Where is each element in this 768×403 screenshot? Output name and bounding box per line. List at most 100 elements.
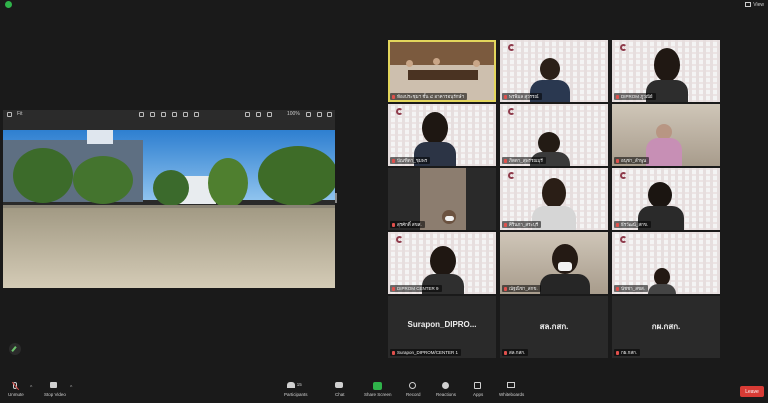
- participant-name: ภิตตา_สุพรรณบุรี: [502, 157, 546, 164]
- participant-tile[interactable]: DIPROM CENTER 9: [388, 232, 496, 294]
- face-mask: [558, 262, 572, 271]
- meeting-toolbar: Unmute ^ Stop Video ^ 15 Participants Ch…: [0, 379, 768, 403]
- zoom-in-icon[interactable]: [150, 112, 155, 117]
- zoom-level: 100%: [287, 111, 300, 117]
- whiteboards-button[interactable]: Whiteboards: [499, 382, 524, 397]
- participant-tile[interactable]: ภิตตา_สุพรรณบุรี: [500, 104, 608, 166]
- unmute-label: Unmute: [8, 392, 24, 397]
- participant-tile[interactable]: พรพิมล สุวรรณ์: [500, 40, 608, 102]
- participants-icon: 15: [286, 382, 305, 390]
- leave-button[interactable]: Leave: [740, 386, 764, 397]
- zoom-out-icon[interactable]: [139, 112, 144, 117]
- muted-mic-icon: [504, 286, 507, 291]
- record-button[interactable]: Record: [406, 382, 421, 397]
- participant-tile[interactable]: ห้องประชุมฯ ชั้น ๔ อาคารอนุรักษ์ฯ: [388, 40, 496, 102]
- photo-tree: [153, 170, 189, 206]
- person-head: [648, 182, 672, 208]
- participant-tile[interactable]: ปัณฑิตา_ชุมพร: [388, 104, 496, 166]
- photo-tree: [73, 156, 133, 204]
- participant-grid: ห้องประชุมฯ ชั้น ๔ อาคารอนุรักษ์ฯ พรพิมล…: [388, 40, 721, 358]
- audio-options-caret-icon[interactable]: ^: [30, 385, 32, 391]
- participant-display-name: Surapon_DIPRO...: [407, 320, 477, 329]
- minimize-icon[interactable]: [306, 112, 311, 117]
- participant-tile[interactable]: ธีรวัฒน์_สกข.: [612, 168, 720, 230]
- chat-button[interactable]: Chat: [335, 382, 345, 397]
- apps-button[interactable]: Apps: [473, 382, 483, 397]
- meeting-table: [408, 70, 478, 80]
- close-icon[interactable]: [327, 112, 332, 117]
- shared-photo: [3, 130, 335, 288]
- share-screen-button[interactable]: Share Screen: [364, 382, 392, 397]
- participant-tile[interactable]: สล.กสก. สล.กสก.: [500, 296, 608, 358]
- person-head: [433, 58, 440, 65]
- shared-screen[interactable]: Fit 100%: [3, 110, 335, 288]
- person-head: [422, 112, 448, 144]
- participant-tile[interactable]: อนุชา_ลำพูน: [612, 104, 720, 166]
- participant-display-name: สล.กสก.: [539, 322, 569, 331]
- stop-video-button[interactable]: Stop Video: [44, 382, 66, 397]
- reactions-label: Reactions: [436, 392, 457, 397]
- restore-icon[interactable]: [317, 112, 322, 117]
- participant-name: DIPROM CENTER 9: [390, 285, 442, 292]
- share-screen-icon: [373, 382, 383, 390]
- video-options-caret-icon[interactable]: ^: [70, 385, 72, 391]
- participant-tile[interactable]: กผ.กสก. กผ.กสก.: [612, 296, 720, 358]
- muted-mic-icon: [392, 286, 395, 291]
- participant-name: สุรศักดิ์ สขส.: [390, 221, 425, 228]
- person-head: [473, 60, 480, 67]
- participant-tile[interactable]: ณัฐณิชา_สกข.: [500, 232, 608, 294]
- participant-name: นัชชา_สขส.: [614, 285, 649, 292]
- participant-name: ธีรวัฒน์_สกข.: [614, 221, 652, 228]
- muted-mic-icon: [616, 286, 619, 291]
- chat-icon: [335, 382, 344, 390]
- diprom-logo-icon: [396, 236, 403, 243]
- zoom-icon[interactable]: [256, 112, 261, 117]
- photo-ground: [3, 208, 335, 288]
- rotate-icon[interactable]: [161, 112, 166, 117]
- participant-name: สล.กสก.: [502, 349, 529, 356]
- muted-mic-icon: [392, 222, 395, 227]
- muted-mic-icon: [504, 158, 507, 163]
- muted-mic-icon: [504, 350, 507, 355]
- whiteboard-icon: [507, 382, 516, 390]
- share-menu-icon[interactable]: [7, 112, 12, 117]
- photo-tree: [258, 146, 335, 206]
- person-head: [538, 132, 560, 154]
- crop-icon[interactable]: [194, 112, 199, 117]
- person-body: [648, 284, 676, 294]
- participants-button[interactable]: 15 Participants: [284, 382, 308, 397]
- annotate-pen-icon[interactable]: [9, 343, 21, 355]
- share-screen-label: Share Screen: [364, 392, 392, 397]
- participant-tile[interactable]: DIPROM ภูวณีย์: [612, 40, 720, 102]
- participant-name: พรพิมล สุวรรณ์: [502, 93, 542, 100]
- participant-name: ห้องประชุมฯ ชั้น ๔ อาคารอนุรักษ์ฯ: [390, 93, 467, 100]
- record-icon: [408, 382, 418, 390]
- reactions-button[interactable]: Reactions: [436, 382, 456, 397]
- favorite-icon[interactable]: [172, 112, 177, 117]
- participant-name: ศิรินภา_สระบุรี: [502, 221, 542, 228]
- view-button[interactable]: View: [745, 0, 764, 9]
- participant-tile[interactable]: ศิรินภา_สระบุรี: [500, 168, 608, 230]
- security-shield-icon[interactable]: [5, 1, 12, 8]
- title-bar: View: [0, 0, 768, 12]
- info-icon[interactable]: [183, 112, 188, 117]
- fit-icon[interactable]: [267, 112, 272, 117]
- participant-tile[interactable]: นัชชา_สขส.: [612, 232, 720, 294]
- person-head: [542, 178, 566, 208]
- participant-name: อนุชา_ลำพูน: [614, 157, 650, 164]
- muted-mic-icon: [616, 158, 619, 163]
- share-toolbar: Fit 100%: [3, 110, 335, 120]
- photo-building-top: [87, 130, 113, 144]
- splitter-handle[interactable]: [335, 193, 337, 203]
- diprom-logo-icon: [508, 44, 515, 51]
- face-mask: [445, 216, 454, 221]
- photo-tree: [13, 148, 73, 203]
- fullscreen-icon[interactable]: [245, 112, 250, 117]
- muted-mic-icon: [616, 222, 619, 227]
- participant-name: ปัณฑิตา_ชุมพร: [390, 157, 431, 164]
- diprom-logo-icon: [620, 44, 627, 51]
- unmute-button[interactable]: Unmute: [8, 381, 24, 397]
- share-title: Fit: [17, 111, 23, 117]
- participant-tile[interactable]: Surapon_DIPRO... Surapon_DIPROM/CENTER 1: [388, 296, 496, 358]
- participant-tile[interactable]: สุรศักดิ์ สขส.: [388, 168, 496, 230]
